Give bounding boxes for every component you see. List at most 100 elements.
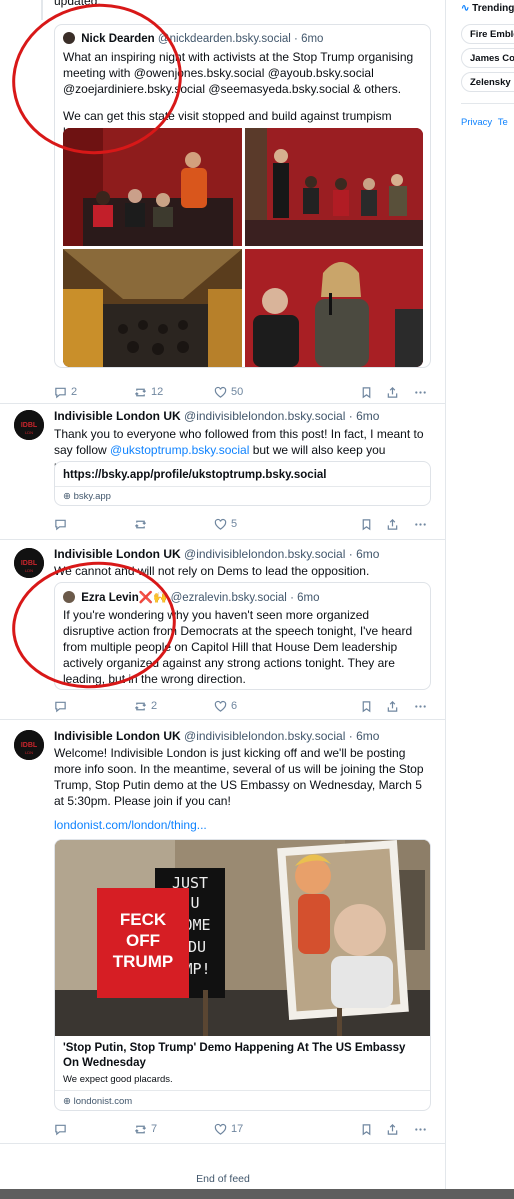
link-card-bsky[interactable]: https://bsky.app/profile/ukstoptrump.bsk… <box>54 461 431 506</box>
heart-icon <box>214 700 227 712</box>
more-button[interactable] <box>414 1120 427 1138</box>
trend-pill-3[interactable]: Zelensky <box>461 72 514 92</box>
svg-text:LDN: LDN <box>25 430 33 435</box>
banner-line-4: DU <box>188 938 206 956</box>
repost-button[interactable]: 12 <box>134 383 163 401</box>
quote-author-name: Nick Dearden <box>81 33 155 45</box>
quote-time: · 6mo <box>294 33 324 45</box>
trending-label: Trending <box>472 3 514 14</box>
globe-icon: ⊕ <box>63 491 74 502</box>
repost-button[interactable]: 2 <box>134 697 157 715</box>
bookmark-button[interactable] <box>360 1120 373 1138</box>
placard-line-1: FECK <box>120 910 167 929</box>
photo-panel[interactable] <box>245 128 423 246</box>
author-name[interactable]: Indivisible London UK <box>54 409 181 423</box>
like-count: 5 <box>231 518 238 530</box>
quote-avatar <box>63 591 75 603</box>
more-button[interactable] <box>414 697 427 715</box>
share-button[interactable] <box>386 697 399 715</box>
quote-card-ezra-levin[interactable]: Ezra Levin❌🙌 @ezralevin.bsky.social · 6m… <box>54 582 431 690</box>
more-icon <box>415 1127 426 1131</box>
author-name[interactable]: Indivisible London UK <box>54 729 181 743</box>
post-4-text: Welcome! Indivisible London is just kick… <box>54 746 424 808</box>
like-button[interactable]: 50 <box>214 383 243 401</box>
avatar-indivisible-london[interactable]: IDBL LDN <box>14 410 44 440</box>
post-time[interactable]: · 6mo <box>349 409 380 423</box>
sidebar-divider <box>461 103 514 104</box>
post-time[interactable]: · 6mo <box>349 729 380 743</box>
right-sidebar: ∿ Trending Fire Emble James Co Zelensky … <box>447 0 514 1199</box>
quote-author-name: Ezra Levin <box>81 592 139 604</box>
svg-text:LDN: LDN <box>25 750 33 755</box>
placard-line-2: OFF <box>126 931 160 950</box>
post-1[interactable]: updated. Nick Dearden @nickdearden.bsky.… <box>0 0 446 404</box>
like-count: 50 <box>231 386 244 398</box>
photo-stage-speaker[interactable] <box>63 128 242 246</box>
avatar-indivisible-london[interactable]: IDBL LDN <box>14 548 44 578</box>
post-time[interactable]: · 6mo <box>349 547 380 561</box>
like-button[interactable]: 5 <box>214 515 237 533</box>
trending-header: ∿ Trending <box>461 3 514 14</box>
link-card-londonist[interactable]: JUST U OME DU MP! FECK OFF TRUMP 'Stop P… <box>54 839 431 1111</box>
repost-button[interactable] <box>134 515 147 533</box>
share-button[interactable] <box>386 1120 399 1138</box>
share-button[interactable] <box>386 515 399 533</box>
share-icon <box>387 700 398 712</box>
post-2[interactable]: IDBL LDN Indivisible London UK @indivisib… <box>0 404 446 540</box>
post-4-header: Indivisible London UK @indivisiblelondon… <box>54 729 436 743</box>
quote-avatar <box>63 32 75 44</box>
photo-speakers-closeup[interactable] <box>245 249 423 367</box>
quote-author-handle: @ezralevin.bsky.social <box>170 592 287 604</box>
share-icon <box>387 386 398 398</box>
bookmark-button[interactable] <box>360 515 373 533</box>
repost-count: 12 <box>151 386 164 398</box>
quote-text: If you're wondering why you haven't seen… <box>63 608 413 686</box>
repost-button[interactable]: 7 <box>134 1120 157 1138</box>
terms-link[interactable]: Te <box>498 117 508 128</box>
bookmark-icon <box>362 518 371 530</box>
author-handle[interactable]: @indivisiblelondon.bsky.social <box>184 409 345 423</box>
quote-card-nick-dearden[interactable]: Nick Dearden @nickdearden.bsky.social · … <box>54 24 431 368</box>
post-3-actions: 2 6 <box>54 697 430 715</box>
share-button[interactable] <box>386 383 399 401</box>
link-card-domain-text: bsky.app <box>73 491 111 502</box>
trend-pill-2[interactable]: James Co <box>461 48 514 68</box>
mention-link[interactable]: @ukstoptrump.bsky.social <box>110 443 249 457</box>
quote-text: What an inspiring night with activists a… <box>63 49 422 140</box>
reply-button[interactable]: 2 <box>54 383 77 401</box>
more-icon <box>415 522 426 526</box>
post-3[interactable]: IDBL LDN Indivisible London UK @indivisib… <box>0 540 446 720</box>
bookmark-button[interactable] <box>360 383 373 401</box>
post-2-actions: 5 <box>54 515 430 533</box>
reply-button[interactable] <box>54 1120 67 1138</box>
trend-pill-1[interactable]: Fire Emble <box>461 24 514 44</box>
like-button[interactable]: 6 <box>214 697 237 715</box>
like-button[interactable]: 17 <box>214 1120 243 1138</box>
post-2-header: Indivisible London UK @indivisiblelondon… <box>54 409 436 423</box>
repost-count: 2 <box>151 700 158 712</box>
post-4[interactable]: IDBL LDN Indivisible London UK @indivisib… <box>0 720 446 1144</box>
quote-text-para-1: What an inspiring night with activists a… <box>63 50 414 96</box>
share-icon <box>387 518 398 530</box>
reply-button[interactable] <box>54 697 67 715</box>
post-4-link[interactable]: londonist.com/london/thing... <box>54 817 432 833</box>
reply-button[interactable] <box>54 515 67 533</box>
protest-photo[interactable]: JUST U OME DU MP! FECK OFF TRUMP <box>55 840 430 1036</box>
more-button[interactable] <box>414 383 427 401</box>
link-card-domain: ⊕ londonist.com <box>63 1096 132 1107</box>
svg-text:IDBL: IDBL <box>21 560 38 567</box>
avatar-indivisible-london[interactable]: IDBL LDN <box>14 730 44 760</box>
author-handle[interactable]: @indivisiblelondon.bsky.social <box>184 547 345 561</box>
bookmark-button[interactable] <box>360 697 373 715</box>
end-of-feed: End of feed <box>196 1173 250 1185</box>
reply-icon <box>55 1124 66 1135</box>
heart-icon <box>214 1123 227 1135</box>
author-name[interactable]: Indivisible London UK <box>54 547 181 561</box>
reply-icon <box>55 701 66 712</box>
more-button[interactable] <box>414 515 427 533</box>
svg-text:IDBL: IDBL <box>21 422 38 429</box>
privacy-link[interactable]: Privacy <box>461 117 492 128</box>
author-handle[interactable]: @indivisiblelondon.bsky.social <box>184 729 345 743</box>
photo-audience[interactable] <box>63 249 242 367</box>
link-card-description: We expect good placards. <box>63 1074 173 1085</box>
